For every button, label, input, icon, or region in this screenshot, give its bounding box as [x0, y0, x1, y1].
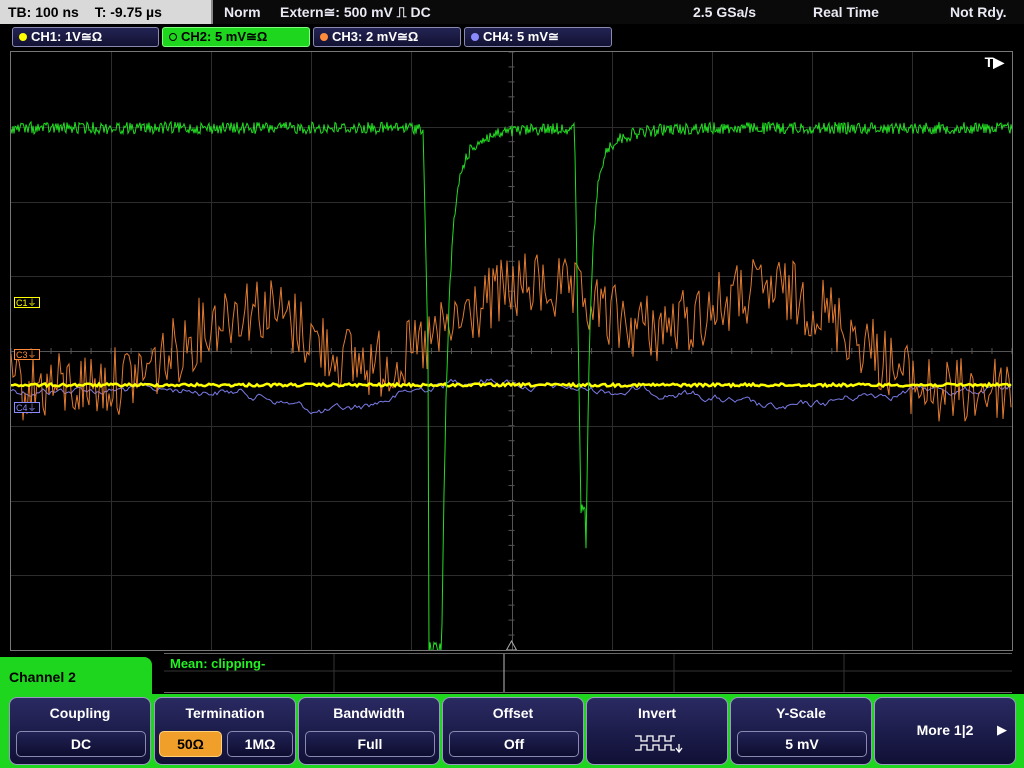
- channel-2-label: CH2: 5 mV≅Ω: [181, 29, 268, 44]
- timebase-box[interactable]: TB: 100 ns T: -9.75 µs: [0, 0, 213, 24]
- channel-3-ground-marker[interactable]: C3⏚: [14, 349, 40, 360]
- offset-title: Offset: [492, 705, 534, 721]
- waveform-display[interactable]: T▶ C1⏚ C3⏚ C4⏚: [10, 51, 1013, 651]
- more-softkey[interactable]: More 1|2 ▶: [874, 697, 1016, 765]
- channel-2-color-icon: [169, 33, 177, 41]
- measurement-mean-label: Mean: clipping-: [170, 656, 266, 671]
- channel-1-trace: [11, 381, 1012, 389]
- trigger-bottom-marker: [505, 639, 518, 650]
- termination-1mohm-button[interactable]: 1MΩ: [227, 731, 293, 757]
- channel-4-tab[interactable]: CH4: 5 mV≅: [464, 27, 612, 47]
- channel-1-label: CH1: 1V≅Ω: [31, 29, 103, 44]
- offset-off-button[interactable]: Off: [449, 731, 579, 757]
- measurement-panel: Mean: clipping-: [164, 653, 1012, 693]
- channel-4-ground-marker[interactable]: C4⏚: [14, 402, 40, 413]
- invert-softkey[interactable]: Invert: [586, 697, 728, 765]
- offset-softkey[interactable]: Offset Off: [442, 697, 584, 765]
- channel-3-tab[interactable]: CH3: 2 mV≅Ω: [313, 27, 461, 47]
- channel-2-tab[interactable]: CH2: 5 mV≅Ω: [162, 27, 310, 47]
- channel-1-color-icon: [19, 33, 27, 41]
- menu-title: Channel 2: [0, 657, 152, 697]
- termination-title: Termination: [185, 705, 265, 721]
- trigger-position-icon: T▶: [984, 54, 1004, 70]
- channel-1-ground-marker[interactable]: C1⏚: [14, 297, 40, 308]
- bandwidth-full-button[interactable]: Full: [305, 731, 435, 757]
- invert-title: Invert: [637, 705, 677, 721]
- channel-4-color-icon: [471, 33, 479, 41]
- waveform-canvas: [11, 52, 1012, 650]
- y-scale-softkey[interactable]: Y-Scale 5 mV: [730, 697, 872, 765]
- more-label: More 1|2: [916, 722, 974, 738]
- trigger-mode-label[interactable]: Norm: [224, 0, 261, 24]
- right-arrow-icon: ▶: [997, 722, 1007, 737]
- trigger-status-label: Not Rdy.: [950, 4, 1007, 20]
- sample-rate-label: 2.5 GSa/s: [693, 4, 757, 20]
- invert-square-wave-icon: [635, 735, 683, 754]
- status-bar: TB: 100 ns T: -9.75 µs Norm Extern≅: 500…: [0, 0, 1024, 24]
- trigger-source-label[interactable]: Extern≅: 500 mV ⎍ DC: [280, 0, 431, 24]
- coupling-title: Coupling: [49, 705, 111, 721]
- coupling-softkey[interactable]: Coupling DC: [9, 697, 151, 765]
- bandwidth-title: Bandwidth: [333, 705, 405, 721]
- coupling-dc-button[interactable]: DC: [16, 731, 146, 757]
- channel-3-label: CH3: 2 mV≅Ω: [332, 29, 419, 44]
- y-scale-title: Y-Scale: [776, 705, 826, 721]
- bandwidth-softkey[interactable]: Bandwidth Full: [298, 697, 440, 765]
- y-scale-value-button[interactable]: 5 mV: [737, 731, 867, 757]
- termination-50ohm-button[interactable]: 50Ω: [159, 731, 222, 757]
- channel-3-color-icon: [320, 33, 328, 41]
- channel-4-label: CH4: 5 mV≅: [483, 29, 559, 44]
- channel-1-tab[interactable]: CH1: 1V≅Ω: [12, 27, 159, 47]
- trigger-time-label: T: -9.75 µs: [94, 4, 162, 20]
- acquisition-mode-label[interactable]: Real Time: [813, 0, 879, 24]
- timebase-label: TB: 100 ns: [8, 4, 79, 20]
- measurement-grid: [164, 654, 1012, 692]
- termination-softkey[interactable]: Termination 50Ω 1MΩ: [154, 697, 296, 765]
